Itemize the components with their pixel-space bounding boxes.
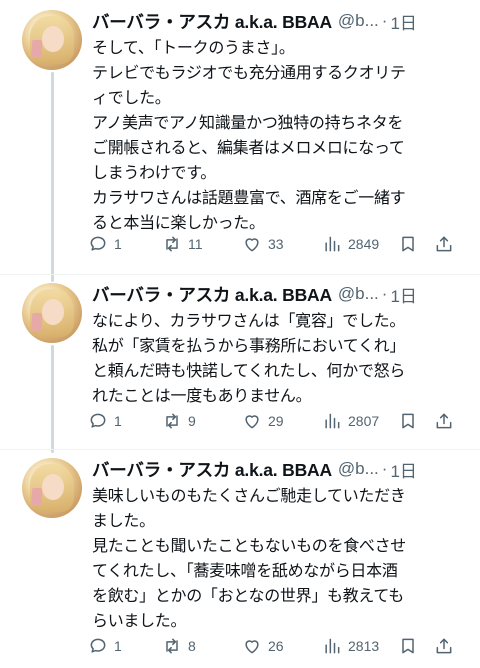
avatar-face	[42, 26, 64, 52]
bar-chart-icon	[325, 236, 340, 252]
text-line: 美味しいものもたくさんご馳走していただき	[92, 486, 406, 505]
bookmark-icon	[402, 638, 414, 654]
thread-connector	[51, 72, 54, 282]
bookmark-icon	[402, 236, 414, 252]
retweet-icon	[166, 413, 178, 429]
like-count: 26	[268, 638, 284, 654]
timestamp[interactable]: 1日	[390, 457, 416, 482]
heart-icon	[245, 238, 259, 252]
reply-icon	[90, 236, 106, 251]
author-handle[interactable]: @b...	[338, 11, 379, 31]
reply-count: 1	[114, 236, 122, 252]
like-button[interactable]: 33	[242, 232, 284, 256]
text-line: ィでした。	[92, 88, 171, 107]
retweet-button[interactable]: 11	[162, 232, 203, 256]
share-button[interactable]	[434, 232, 454, 256]
avatar-face	[42, 299, 64, 325]
avatar-phone	[32, 313, 42, 331]
tweet-divider	[0, 274, 480, 275]
thread-connector	[51, 345, 54, 453]
reply-button[interactable]: 1	[88, 409, 122, 433]
action-bar: 1 9 29 2807	[88, 409, 468, 433]
action-bar: 1 8 26 2813	[88, 634, 468, 658]
retweet-count: 8	[188, 638, 196, 654]
timestamp[interactable]: 1日	[390, 282, 416, 307]
retweet-count: 9	[188, 413, 196, 429]
timestamp[interactable]: 1日	[390, 9, 416, 34]
views-count: 2807	[348, 413, 380, 429]
text-line: しまうわけです。	[92, 163, 217, 182]
separator: ·	[381, 459, 388, 478]
heart-icon	[245, 415, 259, 429]
retweet-icon	[166, 638, 178, 654]
text-line: そして、「トークのうまさ」。	[92, 38, 295, 57]
text-line: ご開帳されると、編集者はメロメロになって	[92, 138, 405, 157]
tweet-text: 美味しいものもたくさんご馳走していただき ました。 見たことも聞いたこともないも…	[92, 483, 470, 633]
text-line: れたことは一度もありません。	[92, 386, 312, 405]
reply-button[interactable]: 1	[88, 634, 122, 658]
avatar-face	[42, 474, 64, 500]
reply-button[interactable]: 1	[88, 232, 122, 256]
bookmark-button[interactable]	[398, 232, 418, 256]
retweet-count: 11	[188, 236, 203, 252]
text-line: 私が「家賃を払うから事務所においてくれ」	[92, 336, 406, 355]
views-count: 2849	[348, 236, 380, 252]
text-line: アノ美声でアノ知識量かつ独特の持ちネタを	[92, 113, 404, 132]
text-line: てくれたし、「蕎麦味噌を舐めながら日本酒	[92, 561, 398, 580]
avatar-phone	[32, 488, 42, 506]
reply-icon	[90, 638, 106, 653]
bookmark-icon	[402, 413, 414, 429]
tweet-text: なにより、カラサワさんは「寛容」でした。 私が「家賃を払うから事務所においてくれ…	[92, 308, 470, 408]
avatar-phone	[32, 40, 42, 58]
author-name[interactable]: バーバラ・アスカ a.k.a. BBAA	[92, 9, 332, 34]
text-line: ました。	[92, 511, 155, 530]
action-bar: 1 11 33 2849	[88, 232, 468, 256]
text-line: 見たことも聞いたこともないものを食べさせ	[92, 536, 407, 555]
bar-chart-icon	[325, 638, 340, 654]
text-line: カラサワさんは話題豊富で、酒席をご一緒す	[92, 188, 406, 207]
share-icon	[436, 236, 452, 252]
like-button[interactable]: 29	[242, 409, 284, 433]
tweet-header: バーバラ・アスカ a.k.a. BBAA @b... · 1日	[92, 8, 467, 34]
separator: ·	[381, 11, 388, 30]
retweet-icon	[166, 236, 178, 252]
reply-count: 1	[114, 638, 122, 654]
separator: ·	[381, 284, 388, 303]
retweet-button[interactable]: 8	[162, 634, 196, 658]
views-count: 2813	[348, 638, 380, 654]
text-line: を飲む」とかの「おとなの世界」も教えても	[92, 586, 404, 605]
avatar[interactable]	[22, 10, 82, 70]
like-count: 29	[268, 413, 284, 429]
heart-icon	[245, 640, 259, 654]
reply-count: 1	[114, 413, 122, 429]
like-button[interactable]: 26	[242, 634, 284, 658]
share-button[interactable]	[434, 409, 454, 433]
text-line: らいました。	[92, 611, 187, 630]
share-icon	[436, 638, 452, 654]
tweet-header: バーバラ・アスカ a.k.a. BBAA @b... · 1日	[92, 281, 467, 307]
views-button[interactable]: 2807	[322, 409, 379, 433]
text-line: テレビでもラジオでも充分通用するクオリテ	[92, 63, 406, 82]
share-button[interactable]	[434, 634, 454, 658]
retweet-button[interactable]: 9	[162, 409, 196, 433]
bar-chart-icon	[325, 413, 340, 429]
views-button[interactable]: 2849	[322, 232, 379, 256]
tweet-divider	[0, 449, 480, 450]
tweet-text: そして、「トークのうまさ」。 テレビでもラジオでも充分通用するクオリテ ィでした…	[92, 35, 470, 235]
author-name[interactable]: バーバラ・アスカ a.k.a. BBAA	[92, 457, 332, 482]
author-handle[interactable]: @b...	[338, 284, 379, 304]
bookmark-button[interactable]	[398, 409, 418, 433]
text-line: と頼んだ時も快諾してくれたし、何かで怒ら	[92, 361, 406, 380]
tweet-header: バーバラ・アスカ a.k.a. BBAA @b... · 1日	[92, 456, 467, 482]
avatar[interactable]	[22, 283, 82, 343]
bookmark-button[interactable]	[398, 634, 418, 658]
like-count: 33	[268, 236, 284, 252]
author-name[interactable]: バーバラ・アスカ a.k.a. BBAA	[92, 282, 332, 307]
author-handle[interactable]: @b...	[338, 459, 379, 479]
reply-icon	[90, 413, 106, 428]
text-line: なにより、カラサワさんは「寛容」でした。	[92, 311, 406, 330]
share-icon	[436, 413, 452, 429]
views-button[interactable]: 2813	[322, 634, 379, 658]
avatar[interactable]	[22, 458, 82, 518]
